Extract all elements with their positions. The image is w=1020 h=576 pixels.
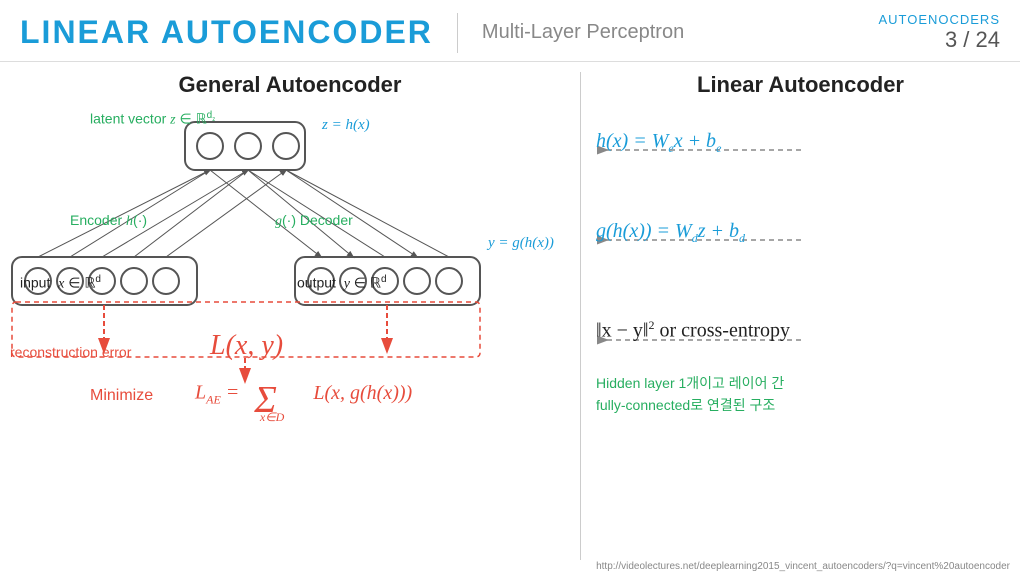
left-panel-title: General Autoencoder xyxy=(20,72,560,98)
header-divider xyxy=(457,13,458,53)
output-label: output y ∈ ℝd xyxy=(297,274,387,293)
latent-vector-label: latent vector z ∈ ℝdz xyxy=(90,110,215,129)
encoder-label: Encoder h(·) xyxy=(70,212,147,230)
main-content: General Autoencoder xyxy=(0,62,1020,570)
reconstruction-math: L(x, y) xyxy=(210,330,283,362)
formula1: h(x) = Wex + be xyxy=(596,130,721,156)
header-tag: AUTOENOCDERS xyxy=(878,12,1000,27)
formula4: Hidden layer 1개이고 레이어 간 fully-connected로… xyxy=(596,372,784,417)
minimize-math: LAE = Σ x∈D L(x, g(h(x))) xyxy=(195,372,410,416)
minimize-label: Minimize xyxy=(90,387,153,405)
right-panel-arrows xyxy=(581,102,1001,502)
header-right: AUTOENOCDERS 3 / 24 xyxy=(878,12,1000,53)
header-page: 3 / 24 xyxy=(878,27,1000,53)
right-panel-title: Linear Autoencoder xyxy=(601,72,1000,98)
formula2: g(h(x)) = Wdz + bd xyxy=(596,220,745,246)
left-panel: General Autoencoder xyxy=(0,62,580,570)
formula4-line2: fully-connected로 연결된 구조 xyxy=(596,394,784,416)
output-eq-label: y = g(h(x)) xyxy=(488,235,554,252)
reconstruction-label: reconstruction error xyxy=(10,344,131,360)
formula3: ‖x − y‖2 or cross-entropy xyxy=(596,318,790,343)
right-panel: Linear Autoencoder h(x) xyxy=(581,62,1020,570)
encoder-eq-label: z = h(x) xyxy=(322,117,370,134)
formula4-line1: Hidden layer 1개이고 레이어 간 xyxy=(596,372,784,394)
url-text: http://videolectures.net/deeplearning201… xyxy=(596,561,1010,572)
header: LINEAR AUTOENCODER Multi-Layer Perceptro… xyxy=(0,0,1020,62)
subtitle: Multi-Layer Perceptron xyxy=(482,21,684,44)
decoder-label: g(·) Decoder xyxy=(275,212,353,230)
main-title: LINEAR AUTOENCODER xyxy=(20,14,433,51)
input-label: input x ∈ ℝd xyxy=(20,274,101,293)
